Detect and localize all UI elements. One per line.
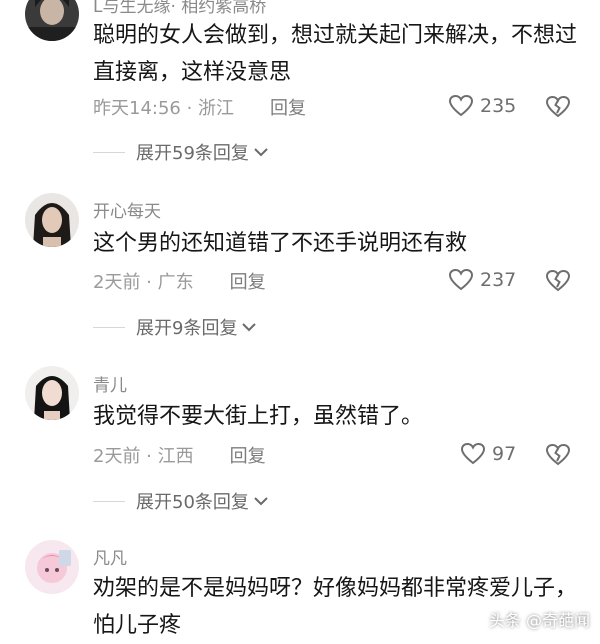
reply-button[interactable]: 回复 xyxy=(230,446,266,467)
divider xyxy=(93,151,125,153)
comment-time-location: 2天前 · 广东 xyxy=(93,272,194,293)
like-button[interactable]: 235 xyxy=(448,94,516,118)
comment-time-location: 昨天14:56 · 浙江 xyxy=(93,98,235,119)
comment-username[interactable]: 开心每天 xyxy=(93,197,161,222)
like-count: 237 xyxy=(480,269,517,291)
comment-text: 这个男的还知道错了不还手说明还有救 xyxy=(93,231,468,256)
expand-replies-label: 展开9条回复 xyxy=(136,318,238,339)
like-button[interactable]: 237 xyxy=(448,268,516,292)
comment-meta: 昨天14:56 · 浙江 回复 xyxy=(93,94,306,120)
avatar[interactable] xyxy=(25,0,79,41)
comment-text: 我觉得不要大街上打，虽然错了。 xyxy=(93,404,424,429)
chevron-down-icon xyxy=(254,497,268,506)
dislike-button[interactable] xyxy=(545,269,571,297)
heart-outline-icon xyxy=(460,442,486,465)
dislike-button[interactable] xyxy=(545,95,571,123)
expand-replies-label: 展开50条回复 xyxy=(136,492,249,513)
reply-button[interactable]: 回复 xyxy=(230,272,266,293)
divider xyxy=(93,500,125,502)
expand-replies-label: 展开59条回复 xyxy=(136,143,249,164)
watermark: 头条 @奇葩闻 xyxy=(488,611,590,630)
like-button[interactable]: 97 xyxy=(460,442,516,466)
avatar[interactable] xyxy=(25,193,79,247)
expand-replies-button[interactable]: 展开59条回复 xyxy=(93,139,269,165)
heart-outline-icon xyxy=(448,268,474,291)
expand-replies-button[interactable]: 展开50条回复 xyxy=(93,488,269,514)
like-count: 97 xyxy=(492,443,517,465)
broken-heart-icon xyxy=(545,443,571,466)
chevron-down-icon xyxy=(242,323,257,332)
comment-text: 聪明的女人会做到，想过就关起门来解决，不想过直接离，这样没意思 xyxy=(93,23,578,85)
reply-button[interactable]: 回复 xyxy=(270,98,306,119)
chevron-down-icon xyxy=(254,148,268,157)
heart-outline-icon xyxy=(448,94,474,117)
broken-heart-icon xyxy=(545,269,571,292)
comment-username[interactable]: 凡凡 xyxy=(93,544,127,569)
expand-replies-button[interactable]: 展开9条回复 xyxy=(93,314,257,340)
comment-username[interactable]: 青儿 xyxy=(93,371,127,396)
comment-username[interactable]: L与生无缘· 相约紫高桥 xyxy=(93,0,266,17)
comment-meta: 2天前 · 广东 回复 xyxy=(93,268,266,294)
comment-meta: 2天前 · 江西 回复 xyxy=(93,442,266,468)
dislike-button[interactable] xyxy=(545,443,571,471)
like-count: 235 xyxy=(480,95,517,117)
divider xyxy=(93,326,125,328)
avatar[interactable] xyxy=(25,540,79,594)
avatar[interactable] xyxy=(25,366,79,420)
comment-time-location: 2天前 · 江西 xyxy=(93,446,194,467)
broken-heart-icon xyxy=(545,95,571,118)
